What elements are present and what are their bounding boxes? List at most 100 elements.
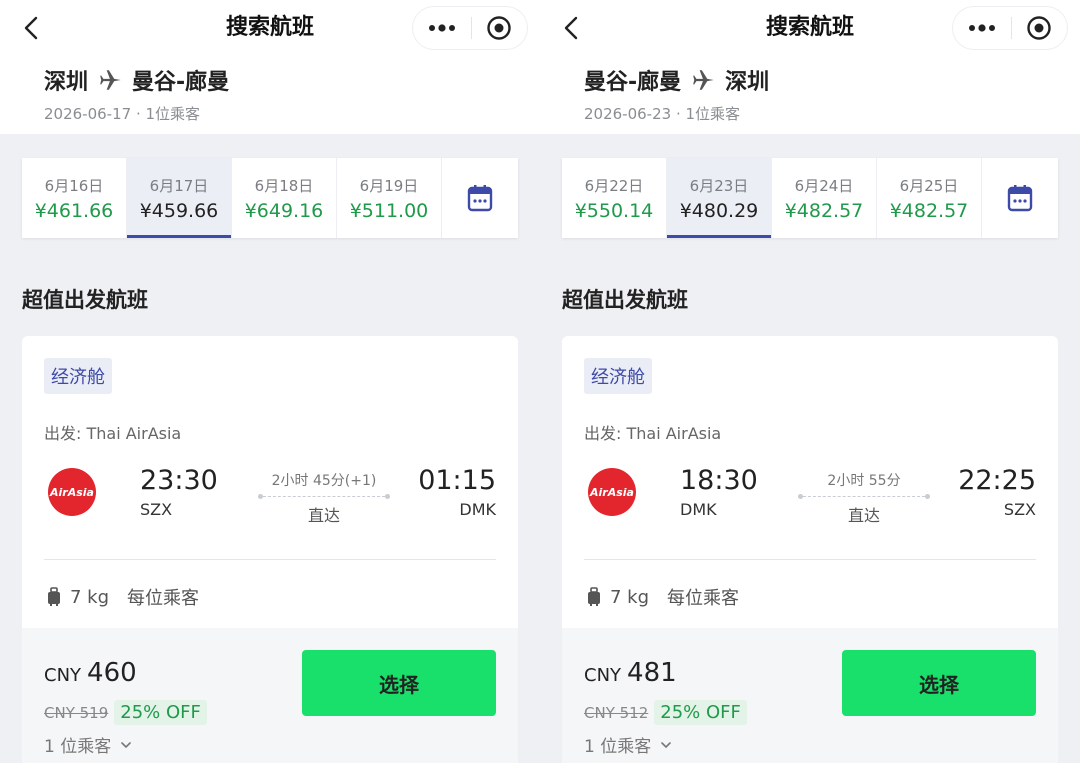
baggage-row: 7 kg 每位乘客 (46, 584, 199, 610)
trip-meta: 2026-06-17 · 1位乘客 (44, 105, 201, 123)
plane-icon (693, 70, 714, 90)
date-option[interactable]: 6月16日 ¥461.66 (22, 158, 127, 238)
date-option[interactable]: 6月19日 ¥511.00 (337, 158, 442, 238)
calendar-button[interactable] (442, 158, 518, 238)
date-label: 6月22日 (584, 176, 644, 195)
close-icon[interactable] (1011, 6, 1067, 50)
route: 深圳 曼谷-廊曼 (44, 64, 229, 96)
discount-badge: 25% OFF (654, 700, 747, 725)
date-price: ¥482.57 (889, 199, 969, 222)
date-label: 6月17日 (149, 176, 209, 195)
passenger-selector[interactable]: 1 位乘客 (44, 732, 133, 757)
date-label: 6月18日 (254, 176, 314, 195)
date-option-selected[interactable]: 6月23日 ¥480.29 (667, 158, 772, 238)
select-button[interactable]: 选择 (302, 650, 496, 716)
header: 搜索航班 曼谷-廊曼 深圳 2026-06-23 · 1位乘客 (540, 0, 1080, 134)
cabin-badge: 经济舱 (584, 358, 652, 394)
flight-duration: 2小时 45分(+1) 直达 (258, 470, 390, 526)
trip-meta: 2026-06-23 · 1位乘客 (584, 105, 741, 123)
duration: 2小时 55分 (827, 473, 901, 489)
date-label: 6月23日 (689, 176, 749, 195)
date-option[interactable]: 6月22日 ¥550.14 (562, 158, 667, 238)
route-line (798, 494, 930, 499)
more-icon[interactable] (953, 6, 1011, 50)
original-price: CNY 519 (44, 703, 109, 722)
departure-code: SZX (140, 500, 173, 519)
departure-time: 18:30 (680, 465, 758, 496)
price-amount: 460 (87, 658, 137, 688)
passenger-count: 1 位乘客 (44, 737, 112, 757)
departure: 18:30 DMK (680, 464, 758, 519)
price-area: CNY 460 CNY 519 25% OFF 1 位乘客 选择 (22, 628, 518, 763)
plane-icon (100, 70, 121, 90)
price-amount: 481 (627, 658, 677, 688)
route-line (258, 494, 390, 499)
discount-badge: 25% OFF (114, 700, 207, 725)
flight-card[interactable]: 经济舱 出发: Thai AirAsia AirAsia 23:30 SZX 2… (22, 336, 518, 763)
price-area: CNY 481 CNY 512 25% OFF 1 位乘客 选择 (562, 628, 1058, 763)
departure: 23:30 SZX (140, 464, 218, 519)
cabin-badge: 经济舱 (44, 358, 112, 394)
original-price: CNY 512 (584, 703, 649, 722)
return-screen: 搜索航班 曼谷-廊曼 深圳 2026-06-23 · 1位乘客 6月22日 ¥55… (540, 0, 1080, 763)
route-from: 曼谷-廊曼 (584, 70, 682, 95)
date-label: 6月25日 (899, 176, 959, 195)
outbound-screen: 搜索航班 深圳 曼谷-廊曼 2026-06-17 · 1位乘客 6月16日 ¥46… (0, 0, 540, 763)
airline-line: 出发: Thai AirAsia (44, 424, 182, 443)
passenger-count: 1 位乘客 (584, 737, 652, 757)
stops: 直达 (847, 506, 880, 525)
airline-logo: AirAsia (588, 468, 636, 516)
date-label: 6月24日 (794, 176, 854, 195)
route: 曼谷-廊曼 深圳 (584, 64, 769, 96)
date-price: ¥550.14 (574, 199, 654, 222)
route-to: 曼谷-廊曼 (132, 70, 230, 95)
date-option-selected[interactable]: 6月17日 ¥459.66 (127, 158, 232, 238)
more-icon[interactable] (413, 6, 471, 50)
baggage-row: 7 kg 每位乘客 (586, 584, 739, 610)
divider (44, 559, 496, 560)
date-option[interactable]: 6月25日 ¥482.57 (877, 158, 982, 238)
duration: 2小时 45分(+1) (271, 473, 377, 489)
price: CNY 481 (584, 658, 677, 688)
date-option[interactable]: 6月18日 ¥649.16 (232, 158, 337, 238)
date-strip: 6月16日 ¥461.66 6月17日 ¥459.66 6月18日 ¥649.16 6… (22, 158, 518, 238)
header: 搜索航班 深圳 曼谷-廊曼 2026-06-17 · 1位乘客 (0, 0, 540, 134)
discount-row: CNY 519 25% OFF (44, 700, 207, 725)
currency: CNY (44, 665, 82, 686)
arrival-time: 01:15 (418, 465, 496, 496)
luggage-icon (588, 587, 600, 606)
baggage-per: 每位乘客 (667, 588, 740, 609)
departure-time: 23:30 (140, 465, 218, 496)
passenger-selector[interactable]: 1 位乘客 (584, 732, 673, 757)
route-to: 深圳 (725, 70, 770, 95)
screens: 搜索航班 深圳 曼谷-廊曼 2026-06-17 · 1位乘客 6月16日 ¥46… (0, 0, 1080, 763)
airline-line: 出发: Thai AirAsia (584, 424, 722, 443)
flight-card[interactable]: 经济舱 出发: Thai AirAsia AirAsia 18:30 DMK 2… (562, 336, 1058, 763)
calendar-icon (467, 185, 493, 212)
select-button[interactable]: 选择 (842, 650, 1036, 716)
arrival-code: SZX (1003, 500, 1036, 519)
section-title: 超值出发航班 (562, 288, 688, 312)
flight-duration: 2小时 55分 直达 (798, 470, 930, 526)
date-strip: 6月22日 ¥550.14 6月23日 ¥480.29 6月24日 ¥482.57 6… (562, 158, 1058, 238)
arrival-code: DMK (459, 500, 496, 519)
mini-program-capsule (412, 6, 528, 50)
price: CNY 460 (44, 658, 137, 688)
mini-program-capsule (952, 6, 1068, 50)
close-icon[interactable] (471, 6, 527, 50)
divider (584, 559, 1036, 560)
currency: CNY (584, 665, 622, 686)
baggage-weight: 7 kg (70, 586, 110, 608)
calendar-icon (1007, 185, 1033, 212)
departure-code: DMK (680, 500, 717, 519)
date-option[interactable]: 6月24日 ¥482.57 (772, 158, 877, 238)
luggage-icon (48, 587, 60, 606)
stops: 直达 (307, 506, 340, 525)
arrival: 01:15 DMK (418, 464, 496, 519)
chevron-down-icon (121, 741, 132, 748)
date-label: 6月16日 (44, 176, 104, 195)
arrival: 22:25 SZX (958, 464, 1036, 519)
calendar-button[interactable] (982, 158, 1058, 238)
date-price: ¥459.66 (139, 199, 219, 222)
date-price: ¥461.66 (34, 199, 114, 222)
